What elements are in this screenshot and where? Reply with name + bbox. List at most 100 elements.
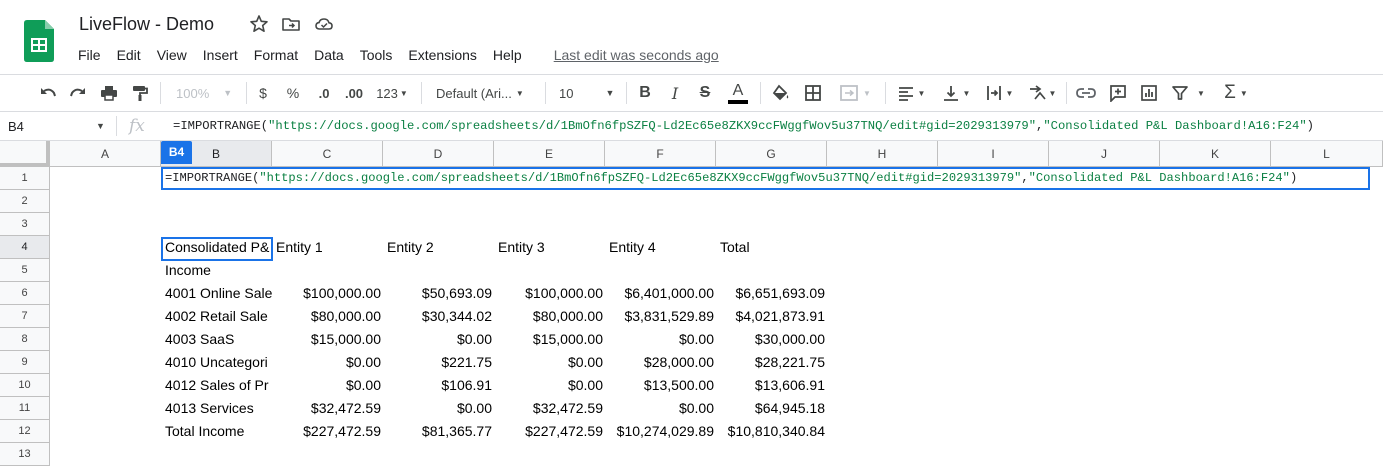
column-header-g[interactable]: G [716, 141, 827, 167]
row-label-cell[interactable]: 4010 Uncategori [161, 351, 272, 374]
number-format-select[interactable]: 123 ▼ [372, 80, 412, 106]
currency-format-button[interactable]: $ [253, 80, 273, 106]
value-cell[interactable]: $32,472.59 [494, 397, 605, 420]
row-header-6[interactable]: 6 [0, 282, 50, 305]
column-header-k[interactable]: K [1160, 141, 1271, 167]
column-header-d[interactable]: D [383, 141, 494, 167]
menu-insert[interactable]: Insert [195, 44, 246, 66]
row-header-4[interactable]: 4 [0, 236, 50, 259]
value-cell[interactable]: $3,831,529.89 [605, 305, 716, 328]
value-cell[interactable]: $0.00 [383, 397, 494, 420]
column-title-cell[interactable]: Entity 1 [272, 236, 383, 259]
document-title[interactable]: LiveFlow - Demo [79, 12, 214, 36]
row-header-10[interactable]: 10 [0, 374, 50, 397]
value-cell[interactable]: $80,000.00 [272, 305, 383, 328]
row-header-1[interactable]: 1 [0, 167, 50, 190]
menu-data[interactable]: Data [306, 44, 352, 66]
merge-cells-icon[interactable]: ▼ [833, 80, 877, 106]
row-header-8[interactable]: 8 [0, 328, 50, 351]
formula-input[interactable]: =IMPORTRANGE("https://docs.google.com/sp… [173, 113, 1314, 140]
row-label-cell[interactable]: 4003 SaaS [161, 328, 272, 351]
menu-format[interactable]: Format [246, 44, 306, 66]
value-cell[interactable]: $50,693.09 [383, 282, 494, 305]
sheets-logo-icon[interactable] [24, 20, 54, 62]
row-header-7[interactable]: 7 [0, 305, 50, 328]
value-cell[interactable]: $10,810,340.84 [716, 420, 827, 443]
row-header-12[interactable]: 12 [0, 420, 50, 443]
value-cell[interactable]: $28,000.00 [605, 351, 716, 374]
row-label-cell[interactable]: 4002 Retail Sale [161, 305, 272, 328]
value-cell[interactable]: $227,472.59 [272, 420, 383, 443]
value-cell[interactable]: $0.00 [605, 328, 716, 351]
value-cell[interactable]: $81,365.77 [383, 420, 494, 443]
column-title-cell[interactable]: Entity 2 [383, 236, 494, 259]
undo-icon[interactable] [36, 80, 60, 106]
text-rotation-icon[interactable]: ▼ [1024, 80, 1060, 106]
value-cell[interactable]: $221.75 [383, 351, 494, 374]
row-header-11[interactable]: 11 [0, 397, 50, 420]
column-header-a[interactable]: A [50, 141, 161, 167]
column-header-c[interactable]: C [272, 141, 383, 167]
row-label-cell[interactable]: Income [161, 259, 272, 282]
increase-decimal-button[interactable]: .00 [341, 80, 367, 106]
column-header-e[interactable]: E [494, 141, 605, 167]
menu-edit[interactable]: Edit [109, 44, 149, 66]
row-header-3[interactable]: 3 [0, 213, 50, 236]
value-cell[interactable]: $100,000.00 [272, 282, 383, 305]
row-header-5[interactable]: 5 [0, 259, 50, 282]
column-title-cell[interactable]: Entity 4 [605, 236, 716, 259]
value-cell[interactable]: $80,000.00 [494, 305, 605, 328]
horizontal-align-icon[interactable]: ▼ [893, 80, 929, 106]
column-title-cell[interactable]: Entity 3 [494, 236, 605, 259]
font-size-select[interactable]: 10 ▼ [553, 80, 621, 106]
text-wrapping-icon[interactable]: ▼ [981, 80, 1017, 106]
value-cell[interactable]: $13,500.00 [605, 374, 716, 397]
italic-icon[interactable]: I [664, 80, 686, 106]
row-label-cell[interactable]: Total Income [161, 420, 272, 443]
cloud-saved-icon[interactable] [314, 14, 334, 34]
value-cell[interactable]: $30,344.02 [383, 305, 494, 328]
row-header-13[interactable]: 13 [0, 443, 50, 466]
filter-icon[interactable]: ▼ [1168, 80, 1208, 106]
column-header-j[interactable]: J [1049, 141, 1160, 167]
menu-help[interactable]: Help [485, 44, 530, 66]
insert-comment-icon[interactable] [1106, 80, 1130, 106]
menu-file[interactable]: File [70, 44, 109, 66]
text-color-icon[interactable]: A [726, 80, 750, 106]
value-cell[interactable]: $227,472.59 [494, 420, 605, 443]
row-label-cell[interactable]: 4012 Sales of Pr [161, 374, 272, 397]
value-cell[interactable]: $13,606.91 [716, 374, 827, 397]
functions-icon[interactable]: Σ ▼ [1218, 80, 1254, 106]
column-title-cell[interactable]: Total [716, 236, 827, 259]
value-cell[interactable]: $10,274,029.89 [605, 420, 716, 443]
column-header-i[interactable]: I [938, 141, 1049, 167]
value-cell[interactable]: $6,651,693.09 [716, 282, 827, 305]
fill-color-icon[interactable] [769, 80, 793, 106]
name-box[interactable]: B4 ▼ [0, 113, 114, 140]
column-header-f[interactable]: F [605, 141, 716, 167]
select-all-corner[interactable] [0, 141, 50, 167]
percent-format-button[interactable]: % [283, 80, 303, 106]
bold-icon[interactable]: B [634, 80, 656, 106]
insert-link-icon[interactable] [1074, 80, 1098, 106]
value-cell[interactable]: $0.00 [605, 397, 716, 420]
value-cell[interactable]: $4,021,873.91 [716, 305, 827, 328]
row-header-2[interactable]: 2 [0, 190, 50, 213]
zoom-select[interactable]: 100% ▼ [170, 80, 238, 106]
value-cell[interactable]: $0.00 [272, 374, 383, 397]
decrease-decimal-button[interactable]: .0 [312, 80, 336, 106]
insert-chart-icon[interactable] [1137, 80, 1161, 106]
value-cell[interactable]: $15,000.00 [494, 328, 605, 351]
strikethrough-icon[interactable]: S [694, 80, 716, 106]
value-cell[interactable]: $0.00 [383, 328, 494, 351]
value-cell[interactable]: $15,000.00 [272, 328, 383, 351]
print-icon[interactable] [97, 80, 121, 106]
active-cell-b4[interactable] [161, 237, 273, 261]
column-header-h[interactable]: H [827, 141, 938, 167]
value-cell[interactable]: $106.91 [383, 374, 494, 397]
last-edit-link[interactable]: Last edit was seconds ago [546, 44, 727, 66]
menu-tools[interactable]: Tools [352, 44, 401, 66]
star-icon[interactable] [249, 14, 269, 34]
paint-format-icon[interactable] [128, 80, 152, 106]
value-cell[interactable]: $0.00 [272, 351, 383, 374]
